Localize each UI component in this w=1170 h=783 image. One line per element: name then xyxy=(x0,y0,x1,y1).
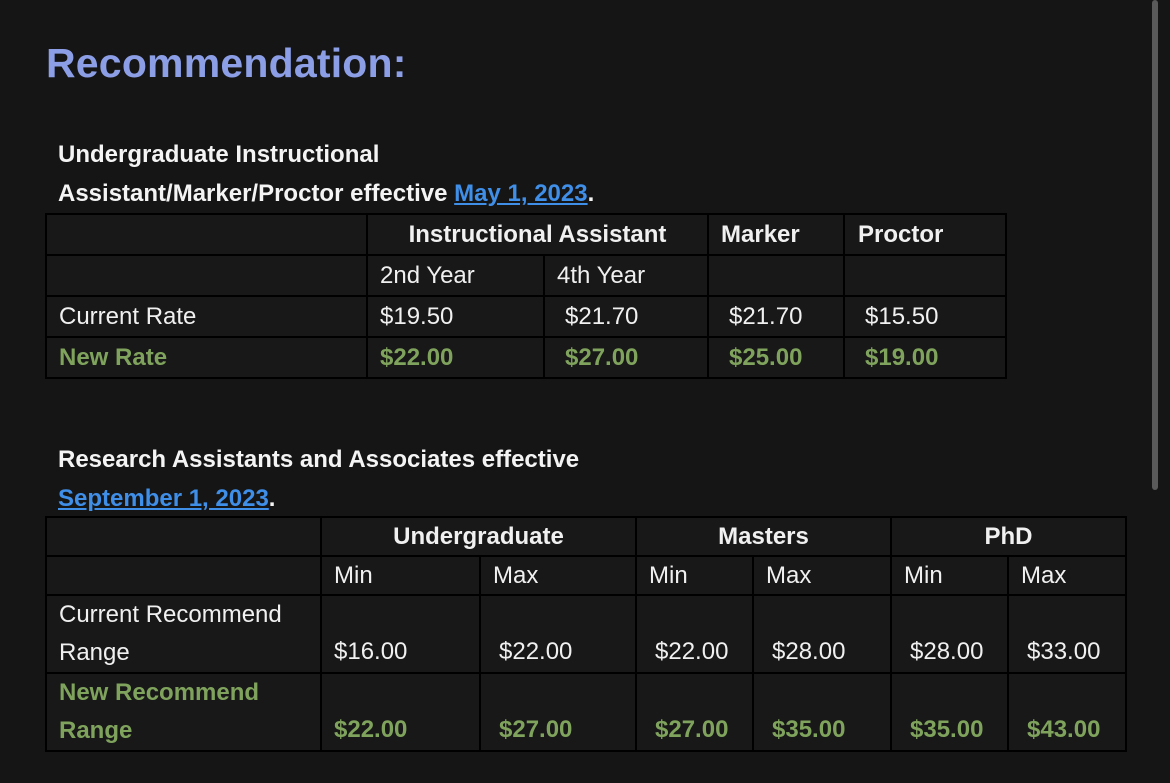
table-row-current-range: Current Recommend Range $16.00 $22.00 $22… xyxy=(45,594,1128,674)
row-label-line: New Recommend xyxy=(59,679,260,706)
header-undergraduate: Undergraduate xyxy=(319,516,638,557)
table-cell: $28.00 xyxy=(890,594,1010,674)
table-cell-empty xyxy=(843,254,1008,297)
table-cell: $33.00 xyxy=(1007,594,1128,674)
header-proctor: Proctor xyxy=(843,213,1008,256)
table-header-row: Instructional Assistant Marker Proctor xyxy=(45,213,1008,256)
section-title-period: . xyxy=(587,180,595,207)
table-cell-empty xyxy=(45,213,368,256)
table-cell: $15.50 xyxy=(843,295,1008,338)
section-title-line: September 1, 2023. xyxy=(58,479,579,518)
section-title-line: Assistant/Marker/Proctor effective May 1… xyxy=(58,174,594,213)
table-cell: $25.00 xyxy=(707,336,846,379)
row-label: New Recommend Range xyxy=(45,672,322,752)
table-row-new-rate: New Rate $22.00 $27.00 $25.00 $19.00 xyxy=(45,336,1008,379)
header-instructional-assistant: Instructional Assistant xyxy=(365,213,710,256)
header-phd: PhD xyxy=(890,516,1128,557)
table-row-current-rate: Current Rate $19.50 $21.70 $21.70 $15.50 xyxy=(45,295,1008,338)
table-cell: $27.00 xyxy=(635,672,755,752)
row-label-line: Current Recommend xyxy=(59,601,282,628)
header-min: Min xyxy=(635,555,755,596)
section-title-undergraduate: Undergraduate Instructional Assistant/Ma… xyxy=(58,135,594,213)
table-cell: $21.70 xyxy=(707,295,846,338)
table-header-row: Undergraduate Masters PhD xyxy=(45,516,1128,557)
table-row-new-range: New Recommend Range $22.00 $27.00 $27.00 … xyxy=(45,672,1128,752)
table-cell: $22.00 xyxy=(320,672,481,752)
date-link-september[interactable]: September 1, 2023 xyxy=(58,485,269,512)
date-link-may[interactable]: May 1, 2023 xyxy=(454,180,587,207)
table-cell: $28.00 xyxy=(752,594,893,674)
row-label-line: Range xyxy=(59,717,133,744)
row-label: New Rate xyxy=(45,336,368,379)
table-cell: $19.50 xyxy=(366,295,545,338)
table-cell: $27.00 xyxy=(478,672,638,752)
table-cell-empty xyxy=(45,254,368,297)
header-max: Max xyxy=(478,555,638,596)
header-max: Max xyxy=(1007,555,1128,596)
table-subheader-row: 2nd Year 4th Year xyxy=(45,254,1008,297)
header-masters: Masters xyxy=(635,516,893,557)
table-cell: $43.00 xyxy=(1007,672,1128,752)
table-cell-empty xyxy=(45,516,322,557)
table-cell: $22.00 xyxy=(478,594,638,674)
section-title-research: Research Assistants and Associates effec… xyxy=(58,440,579,518)
document-page: Recommendation: Undergraduate Instructio… xyxy=(0,0,1170,783)
table-cell: $21.70 xyxy=(542,295,710,338)
row-label: Current Rate xyxy=(45,295,368,338)
page-title: Recommendation: xyxy=(46,40,407,86)
table-cell: $22.00 xyxy=(635,594,755,674)
table-cell: $35.00 xyxy=(890,672,1010,752)
vertical-scrollbar[interactable] xyxy=(1152,0,1158,490)
section-title-line: Research Assistants and Associates effec… xyxy=(58,446,580,473)
research-rates-table: Undergraduate Masters PhD Min Max Min Ma… xyxy=(45,516,1128,752)
section-title-line: Undergraduate Instructional xyxy=(58,141,380,168)
table-cell: $35.00 xyxy=(752,672,893,752)
table-subheader-row: Min Max Min Max Min Max xyxy=(45,555,1128,596)
header-2nd-year: 2nd Year xyxy=(366,254,545,297)
table-cell: $16.00 xyxy=(320,594,481,674)
header-marker: Marker xyxy=(707,213,846,256)
undergraduate-rates-table: Instructional Assistant Marker Proctor 2… xyxy=(45,213,1008,379)
table-cell-empty xyxy=(45,555,322,596)
section-title-period: . xyxy=(268,485,276,512)
header-4th-year: 4th Year xyxy=(542,254,710,297)
row-label-line: Range xyxy=(59,639,130,666)
table-cell: $22.00 xyxy=(366,336,545,379)
table-cell: $27.00 xyxy=(542,336,710,379)
row-label: Current Recommend Range xyxy=(45,594,322,674)
header-min: Min xyxy=(320,555,481,596)
header-min: Min xyxy=(890,555,1010,596)
header-max: Max xyxy=(752,555,893,596)
table-cell-empty xyxy=(707,254,846,297)
table-cell: $19.00 xyxy=(843,336,1008,379)
section-title-text: Assistant/Marker/Proctor effective xyxy=(58,180,455,207)
